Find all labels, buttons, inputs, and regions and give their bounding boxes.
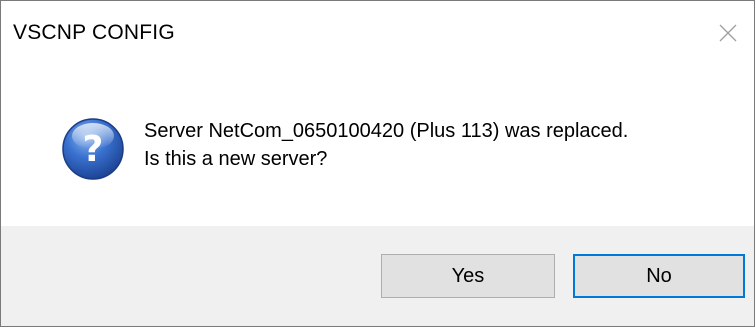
yes-button[interactable]: Yes: [381, 254, 555, 298]
close-icon: [719, 24, 737, 42]
question-icon: ?: [62, 118, 124, 180]
message-line-1: Server NetCom_0650100420 (Plus 113) was …: [144, 120, 629, 142]
no-button[interactable]: No: [573, 254, 745, 298]
close-button[interactable]: [708, 13, 748, 53]
svg-text:?: ?: [83, 129, 104, 170]
dialog-content: ? Server NetCom_0650100420 (Plus 113) wa…: [1, 63, 754, 226]
button-bar: Yes No: [1, 226, 754, 326]
message-dialog: VSCNP CONFIG ? Server NetCom_0650100420 …: [0, 0, 755, 327]
message-line-2: Is this a new server?: [144, 148, 328, 170]
window-title: VSCNP CONFIG: [13, 21, 175, 44]
title-bar[interactable]: VSCNP CONFIG: [1, 1, 754, 63]
message-text: Server NetCom_0650100420 (Plus 113) was …: [144, 117, 628, 173]
